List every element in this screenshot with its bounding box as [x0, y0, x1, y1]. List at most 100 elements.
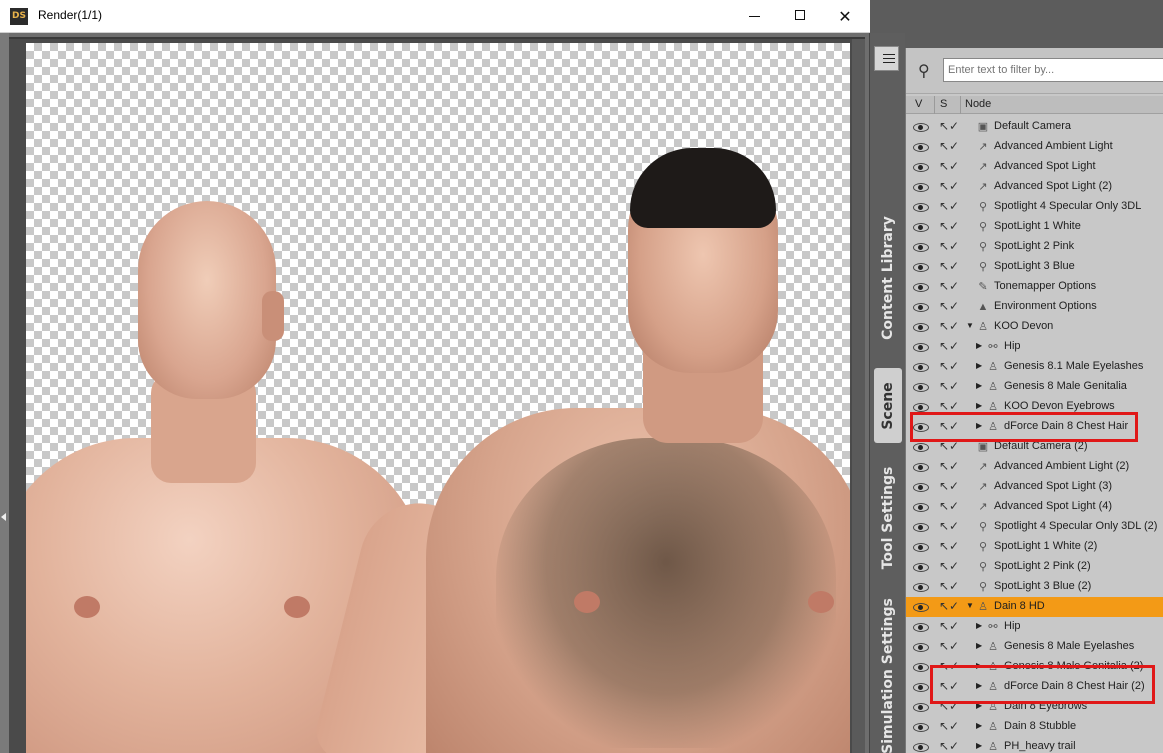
- selectable-cursor-icon[interactable]: ↖✓: [939, 539, 959, 553]
- visibility-eye-icon[interactable]: [913, 521, 929, 532]
- scene-row[interactable]: ↖✓ ▶ ♙ Genesis 8.1 Male Eyelashes: [906, 357, 1163, 377]
- selectable-cursor-icon[interactable]: ↖✓: [939, 719, 959, 733]
- scene-row[interactable]: ↖✓ ▶ ⚯ Hip: [906, 337, 1163, 357]
- column-s[interactable]: S: [940, 98, 947, 110]
- expand-arrow-icon[interactable]: ▶: [976, 401, 982, 410]
- column-v[interactable]: V: [915, 98, 922, 110]
- tab-simulation-settings[interactable]: Simulation Settings: [874, 598, 902, 753]
- selectable-cursor-icon[interactable]: ↖✓: [939, 139, 959, 153]
- expand-arrow-icon[interactable]: ▶: [976, 641, 982, 650]
- collapse-arrow-icon[interactable]: ▼: [966, 601, 974, 610]
- selectable-cursor-icon[interactable]: ↖✓: [939, 739, 959, 753]
- visibility-eye-icon[interactable]: [913, 241, 929, 252]
- selectable-cursor-icon[interactable]: ↖✓: [939, 459, 959, 473]
- selectable-cursor-icon[interactable]: ↖✓: [939, 239, 959, 253]
- selectable-cursor-icon[interactable]: ↖✓: [939, 499, 959, 513]
- selectable-cursor-icon[interactable]: ↖✓: [939, 259, 959, 273]
- visibility-eye-icon[interactable]: [913, 701, 929, 712]
- visibility-eye-icon[interactable]: [913, 401, 929, 412]
- selectable-cursor-icon[interactable]: ↖✓: [939, 479, 959, 493]
- scene-row[interactable]: ↖✓ ↗ Advanced Ambient Light: [906, 137, 1163, 157]
- render-canvas[interactable]: [26, 43, 850, 753]
- scene-row[interactable]: ↖✓ ⚲ SpotLight 2 Pink: [906, 237, 1163, 257]
- visibility-eye-icon[interactable]: [913, 301, 929, 312]
- selectable-cursor-icon[interactable]: ↖✓: [939, 359, 959, 373]
- selectable-cursor-icon[interactable]: ↖✓: [939, 559, 959, 573]
- expand-arrow-icon[interactable]: ▶: [976, 341, 982, 350]
- visibility-eye-icon[interactable]: [913, 641, 929, 652]
- visibility-eye-icon[interactable]: [913, 601, 929, 612]
- selectable-cursor-icon[interactable]: ↖✓: [939, 599, 959, 613]
- scene-row[interactable]: ↖✓ ↗ Advanced Spot Light (3): [906, 477, 1163, 497]
- scene-row[interactable]: ↖✓ ✎ Tonemapper Options: [906, 277, 1163, 297]
- scene-row[interactable]: ↖✓ ▶ ♙ Genesis 8 Male Eyelashes: [906, 637, 1163, 657]
- scene-row[interactable]: ↖✓ ↗ Advanced Spot Light: [906, 157, 1163, 177]
- expand-arrow-icon[interactable]: ▶: [976, 621, 982, 630]
- selectable-cursor-icon[interactable]: ↖✓: [939, 199, 959, 213]
- visibility-eye-icon[interactable]: [913, 721, 929, 732]
- expand-arrow-icon[interactable]: ▶: [976, 361, 982, 370]
- selectable-cursor-icon[interactable]: ↖✓: [939, 379, 959, 393]
- scene-row[interactable]: ↖✓ ▲ Environment Options: [906, 297, 1163, 317]
- selectable-cursor-icon[interactable]: ↖✓: [939, 319, 959, 333]
- scene-row[interactable]: ↖✓ ⚲ SpotLight 2 Pink (2): [906, 557, 1163, 577]
- visibility-eye-icon[interactable]: [913, 561, 929, 572]
- minimize-button[interactable]: [732, 0, 778, 33]
- search-icon[interactable]: ⚲: [918, 62, 936, 80]
- tab-content-library[interactable]: Content Library: [874, 213, 902, 343]
- visibility-eye-icon[interactable]: [913, 681, 929, 692]
- visibility-eye-icon[interactable]: [913, 141, 929, 152]
- render-scrollbar[interactable]: [852, 39, 865, 753]
- selectable-cursor-icon[interactable]: ↖✓: [939, 519, 959, 533]
- visibility-eye-icon[interactable]: [913, 161, 929, 172]
- scene-row[interactable]: ↖✓ ▼ ♙ Dain 8 HD: [906, 597, 1163, 617]
- selectable-cursor-icon[interactable]: ↖✓: [939, 159, 959, 173]
- selectable-cursor-icon[interactable]: ↖✓: [939, 619, 959, 633]
- visibility-eye-icon[interactable]: [913, 661, 929, 672]
- scene-row[interactable]: ↖✓ ▶ ♙ Dain 8 Stubble: [906, 717, 1163, 737]
- selectable-cursor-icon[interactable]: ↖✓: [939, 579, 959, 593]
- visibility-eye-icon[interactable]: [913, 381, 929, 392]
- selectable-cursor-icon[interactable]: ↖✓: [939, 299, 959, 313]
- visibility-eye-icon[interactable]: [913, 441, 929, 452]
- collapse-arrow-icon[interactable]: ▼: [966, 321, 974, 330]
- visibility-eye-icon[interactable]: [913, 281, 929, 292]
- selectable-cursor-icon[interactable]: ↖✓: [939, 119, 959, 133]
- scene-row[interactable]: ↖✓ ⚲ Spotlight 4 Specular Only 3DL: [906, 197, 1163, 217]
- filter-input[interactable]: [943, 58, 1163, 82]
- close-button[interactable]: ✕: [822, 0, 868, 33]
- visibility-eye-icon[interactable]: [913, 581, 929, 592]
- tab-scene[interactable]: Scene: [874, 368, 902, 443]
- panel-menu-button[interactable]: [874, 46, 899, 71]
- scene-row[interactable]: ↖✓ ▶ ♙ PH_heavy trail: [906, 737, 1163, 753]
- tab-tool-settings[interactable]: Tool Settings: [874, 463, 902, 573]
- scene-row[interactable]: ↖✓ ▶ ⚯ Hip: [906, 617, 1163, 637]
- visibility-eye-icon[interactable]: [913, 201, 929, 212]
- scene-row[interactable]: ↖✓ ↗ Advanced Spot Light (2): [906, 177, 1163, 197]
- collapse-arrow-icon[interactable]: [1, 513, 6, 521]
- expand-arrow-icon[interactable]: ▶: [976, 721, 982, 730]
- selectable-cursor-icon[interactable]: ↖✓: [939, 179, 959, 193]
- visibility-eye-icon[interactable]: [913, 121, 929, 132]
- column-divider[interactable]: [960, 96, 961, 114]
- visibility-eye-icon[interactable]: [913, 481, 929, 492]
- selectable-cursor-icon[interactable]: ↖✓: [939, 339, 959, 353]
- visibility-eye-icon[interactable]: [913, 741, 929, 752]
- visibility-eye-icon[interactable]: [913, 341, 929, 352]
- visibility-eye-icon[interactable]: [913, 261, 929, 272]
- scene-row[interactable]: ↖✓ ↗ Advanced Spot Light (4): [906, 497, 1163, 517]
- scene-row[interactable]: ↖✓ ↗ Advanced Ambient Light (2): [906, 457, 1163, 477]
- visibility-eye-icon[interactable]: [913, 181, 929, 192]
- scene-row[interactable]: ↖✓ ▶ ♙ Genesis 8 Male Genitalia: [906, 377, 1163, 397]
- maximize-button[interactable]: [777, 0, 823, 33]
- scene-row[interactable]: ↖✓ ▼ ♙ KOO Devon: [906, 317, 1163, 337]
- scene-row[interactable]: ↖✓ ⚲ SpotLight 1 White: [906, 217, 1163, 237]
- visibility-eye-icon[interactable]: [913, 541, 929, 552]
- left-splitter[interactable]: [0, 33, 9, 753]
- selectable-cursor-icon[interactable]: ↖✓: [939, 639, 959, 653]
- visibility-eye-icon[interactable]: [913, 621, 929, 632]
- title-bar[interactable]: DS Render(1/1) ✕: [0, 0, 870, 33]
- selectable-cursor-icon[interactable]: ↖✓: [939, 279, 959, 293]
- visibility-eye-icon[interactable]: [913, 501, 929, 512]
- scene-row[interactable]: ↖✓ ⚲ SpotLight 3 Blue (2): [906, 577, 1163, 597]
